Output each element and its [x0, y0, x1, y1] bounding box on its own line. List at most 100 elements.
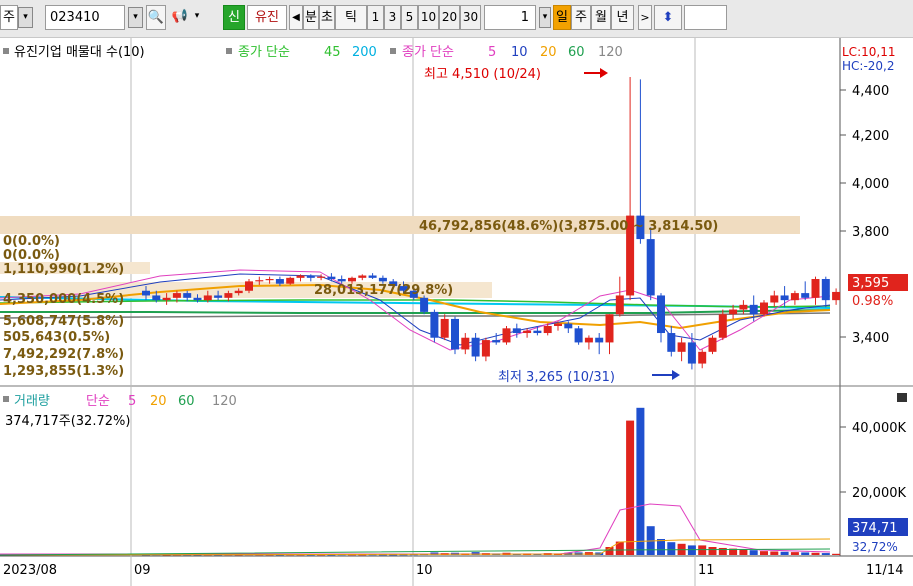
legend-ma5: 5: [488, 45, 496, 60]
speaker-dropdown-icon[interactable]: ▾: [192, 5, 202, 30]
candle-body: [502, 328, 511, 343]
candle-body: [255, 280, 264, 282]
candle-body: [605, 314, 614, 343]
speaker-icon[interactable]: 📢: [168, 5, 192, 30]
interval-button-3[interactable]: 3: [384, 5, 401, 30]
candle-body: [615, 295, 624, 315]
month-button[interactable]: 월: [591, 5, 611, 30]
interval-button-20[interactable]: 20: [439, 5, 460, 30]
year-button[interactable]: 년: [611, 5, 634, 30]
candle-body: [234, 290, 243, 294]
volume-bar: [636, 407, 645, 555]
volume-bar: [790, 552, 799, 555]
candle-body: [832, 291, 841, 301]
interval-button-30[interactable]: 30: [460, 5, 481, 30]
legend-marker-ma-short: [390, 48, 396, 54]
search-icon[interactable]: 🔍: [146, 5, 166, 30]
market-select[interactable]: 주: [0, 5, 18, 30]
candle-body: [471, 337, 480, 357]
panel-maximize-icon[interactable]: [897, 393, 907, 402]
vol-tick-label: 40,000K: [852, 421, 906, 436]
legend-ma-short-label: 종가 단순: [402, 45, 454, 60]
candle-body: [172, 293, 181, 298]
legend-ma60: 60: [568, 45, 585, 60]
legend-marker-volume: [3, 396, 9, 402]
vol-ma5: 5: [128, 394, 136, 409]
candle-body: [677, 342, 686, 352]
code-input[interactable]: 023410: [45, 5, 125, 30]
candle-body: [296, 275, 305, 278]
candle-body: [739, 304, 748, 310]
stock-chart[interactable]: 유진기업 매물대 수(10) 종가 단순 45 200 종가 단순 5 10 2…: [0, 38, 913, 586]
interval-button-1[interactable]: 1: [367, 5, 384, 30]
date-label-11: 11: [698, 563, 715, 578]
period-button-second[interactable]: 초: [319, 5, 335, 30]
extra-input[interactable]: [684, 5, 727, 30]
candle-body: [142, 290, 150, 296]
volume-bar: [687, 545, 696, 555]
market-dropdown-icon[interactable]: ▾: [18, 7, 33, 28]
hc-label: HC:-20,2: [842, 59, 895, 73]
low-annotation: 최저 3,265 (10/31): [498, 370, 615, 385]
candle-body: [698, 351, 707, 364]
candle-body: [770, 295, 779, 303]
vp-left-label: 7,492,292(7.8%): [3, 347, 124, 362]
price-tick-label: 3,800: [852, 225, 889, 240]
next-arrow-icon[interactable]: >: [638, 5, 652, 30]
candle-body: [564, 323, 573, 329]
new-badge[interactable]: 신: [223, 5, 245, 30]
candle-body: [708, 337, 717, 352]
sort-arrows-icon[interactable]: ⬍: [654, 5, 682, 30]
candle-body: [512, 328, 521, 334]
candle-body: [430, 311, 439, 338]
vol-ma60: 60: [178, 394, 195, 409]
day-button[interactable]: 일: [553, 5, 571, 30]
candle-body: [265, 279, 274, 281]
code-dropdown-icon[interactable]: ▾: [128, 7, 143, 28]
vp-left-label: 0(0.0%): [3, 248, 60, 263]
interval-button-5[interactable]: 5: [401, 5, 418, 30]
period-button-tick[interactable]: 틱: [335, 5, 367, 30]
candle-body: [358, 275, 367, 278]
candle-body: [657, 295, 665, 334]
interval-button-10[interactable]: 10: [418, 5, 439, 30]
candle-body: [749, 304, 758, 315]
legend-ma120: 120: [598, 45, 623, 60]
name-field[interactable]: 유진: [247, 5, 287, 30]
volume-bar: [811, 552, 820, 555]
price-tick-label: 4,200: [852, 129, 889, 144]
toolbar: 주 ▾ 023410 ▾ 🔍 📢 ▾ 신 유진 ◀ 분 초 틱 1 3 5 10…: [0, 0, 913, 38]
candle-body: [554, 323, 562, 326]
candle-body: [162, 297, 171, 301]
date-label-current: 11/14: [866, 563, 903, 578]
candle-body: [780, 295, 789, 301]
interval-dropdown-icon[interactable]: ▾: [539, 7, 551, 28]
interval-input[interactable]: 1: [484, 5, 536, 30]
vp-top-label: 46,792,856(48.6%)(3,875.00 ~ 3,814.50): [419, 219, 718, 234]
candle-body: [327, 276, 336, 280]
prev-arrow-icon[interactable]: ◀: [289, 5, 303, 30]
candle-body: [317, 276, 326, 278]
volume-bar: [780, 551, 789, 555]
legend-ma45: 45: [324, 45, 341, 60]
date-label-10: 10: [416, 563, 433, 578]
candle-body: [306, 275, 315, 278]
candle-body: [760, 302, 768, 315]
legend-main-title: 유진기업 매물대 수(10): [14, 45, 145, 60]
candle-body: [790, 293, 799, 301]
legend-ma-long-label: 종가 단순: [238, 45, 290, 60]
period-button-minute[interactable]: 분: [303, 5, 319, 30]
legend-ma10: 10: [511, 45, 528, 60]
candle-body: [193, 297, 202, 301]
week-button[interactable]: 주: [571, 5, 591, 30]
candle-body: [574, 328, 583, 343]
current-volume-label: 374,71: [852, 521, 898, 536]
vp-left-label: 5,608,747(5.8%): [3, 314, 124, 329]
volume-legend-label: 거래량: [14, 394, 50, 409]
volume-bar: [760, 551, 768, 555]
legend-ma20: 20: [540, 45, 557, 60]
legend-ma200: 200: [352, 45, 377, 60]
candle-body: [451, 318, 459, 350]
candle-body: [245, 281, 253, 291]
vol-ma-label: 단순: [86, 394, 110, 409]
